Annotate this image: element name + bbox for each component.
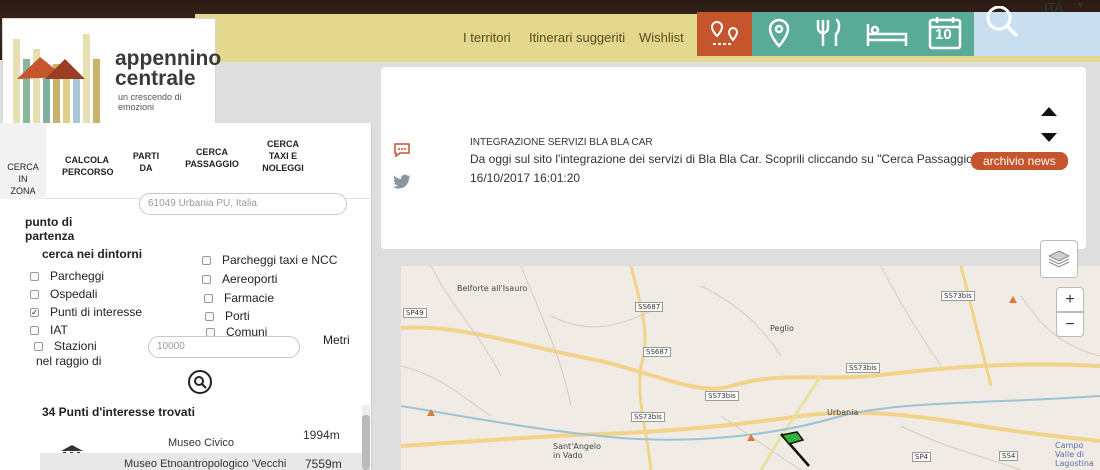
checkbox-label: IAT — [50, 323, 68, 337]
map-roads — [401, 266, 1100, 470]
checkbox-stazioni[interactable]: Stazioni — [34, 339, 97, 353]
road-label: SS73bis — [705, 391, 739, 401]
checkbox-box[interactable] — [204, 293, 213, 303]
twitter-icon[interactable] — [394, 173, 412, 189]
checkbox-label: Parcheggi taxi e NCC — [222, 253, 338, 267]
news-panel: INTEGRAZIONE SERVIZI BLA BLA CAR Da oggi… — [381, 67, 1086, 249]
layers-button[interactable] — [1040, 240, 1078, 278]
calendar-day: 10 — [935, 26, 952, 43]
checkbox-box-checked[interactable]: ✓ — [30, 307, 39, 317]
checkbox-label: Punti di interesse — [50, 305, 143, 319]
hotel-bed-icon — [866, 24, 908, 46]
result-item-name[interactable]: Museo Etnoantropologico 'Vecchi — [124, 458, 286, 470]
tab-parti-da[interactable]: PARTI DA — [128, 150, 164, 174]
start-point-input[interactable]: 61049 Urbania PU, Italia — [139, 193, 347, 215]
map-place-label: Campo Valle di Lagostina — [1055, 441, 1094, 468]
language-selector[interactable]: ITA — [1044, 0, 1063, 15]
checkbox-ospedali[interactable]: Ospedali — [30, 287, 97, 301]
route-icon-button[interactable] — [697, 12, 752, 56]
chevron-down-icon[interactable]: ▼ — [1076, 0, 1085, 10]
logo-title-line1: appennino — [115, 47, 222, 70]
news-next-arrow-icon[interactable] — [1041, 133, 1057, 142]
layers-icon — [1048, 250, 1070, 268]
results-scrollbar-thumb[interactable] — [362, 415, 370, 470]
nav-link-itinerari[interactable]: Itinerari suggeriti — [529, 30, 625, 45]
chat-bubble-icon[interactable] — [394, 143, 410, 157]
checkbox-box[interactable] — [30, 271, 39, 281]
checkbox-label: Ospedali — [50, 287, 98, 301]
result-item-distance: 1994m — [303, 428, 340, 442]
checkbox-box[interactable] — [34, 341, 43, 351]
checkbox-box[interactable] — [30, 289, 39, 299]
road-label: SS73bis — [631, 412, 665, 422]
logo-title-line2: centrale — [115, 67, 196, 90]
road-label: SP4 — [912, 452, 932, 462]
checkbox-label: Parcheggi — [50, 269, 105, 283]
tab-calcola-percorso[interactable]: CALCOLA PERCORSO — [62, 154, 114, 178]
checkbox-aereoporti[interactable]: Aereoporti — [202, 272, 277, 286]
search-button[interactable] — [188, 370, 212, 394]
flag-marker-icon[interactable] — [775, 428, 815, 468]
checkbox-parcheggi-taxi[interactable]: Parcheggi taxi e NCC — [202, 253, 337, 267]
checkbox-label: Porti — [225, 309, 250, 323]
result-item-distance: 7559m — [305, 457, 342, 470]
checkbox-box[interactable] — [205, 311, 214, 321]
map-place-label: Sant'Angelo in Vado — [553, 442, 602, 460]
logo-title: appennino centrale — [115, 47, 222, 90]
tab-cerca-passaggio[interactable]: CERCA PASSAGGIO — [182, 146, 242, 170]
map[interactable]: Belforte all'Isauro Peglio Urbania Sant'… — [401, 266, 1100, 470]
checkbox-box[interactable] — [202, 274, 211, 284]
route-icon — [710, 20, 738, 45]
checkbox-parcheggi[interactable]: Parcheggi — [30, 269, 104, 283]
search-tabs: CERCA IN ZONA CALCOLA PERCORSO PARTI DA … — [0, 123, 372, 199]
road-label: SS4 — [999, 451, 1019, 461]
zoom-in-button[interactable]: + — [1056, 287, 1084, 312]
nearby-label: cerca nei dintorni — [42, 247, 143, 261]
map-place-label: Urbania — [827, 408, 859, 417]
services-icon-bar: 10 — [752, 12, 974, 56]
road-label: SS687 — [635, 302, 664, 312]
map-place-label: Belforte all'Isauro — [457, 284, 528, 293]
news-prev-arrow-icon[interactable] — [1041, 107, 1057, 116]
result-item-name[interactable]: Museo Civico — [168, 437, 234, 449]
radius-unit: Metri — [323, 333, 350, 347]
nav-link-wishlist[interactable]: Wishlist — [639, 30, 684, 45]
road-label: SS73bis — [846, 363, 880, 373]
archive-news-button[interactable]: archivio news — [971, 152, 1068, 170]
news-heading: INTEGRAZIONE SERVIZI BLA BLA CAR — [470, 137, 653, 148]
nav-link-territori[interactable]: I territori — [463, 30, 511, 45]
radius-label: nel raggio di — [36, 354, 102, 368]
map-place-label: Peglio — [770, 324, 794, 333]
search-panel: CERCA IN ZONA CALCOLA PERCORSO PARTI DA … — [0, 123, 372, 470]
checkbox-box[interactable] — [30, 325, 39, 335]
start-point-label: punto di partenza — [25, 215, 75, 243]
checkbox-label: Aereoporti — [222, 272, 278, 286]
zoom-out-button[interactable]: − — [1056, 312, 1084, 337]
checkbox-porti[interactable]: Porti — [205, 309, 250, 323]
checkbox-punti-interesse[interactable]: ✓ Punti di interesse — [30, 305, 142, 319]
news-date: 16/10/2017 16:01:20 — [470, 171, 581, 185]
search-tile[interactable] — [974, 6, 1100, 56]
checkbox-iat[interactable]: IAT — [30, 323, 68, 337]
tab-cerca-taxi-noleggi[interactable]: CERCA TAXI E NOLEGGI — [258, 138, 308, 174]
news-body[interactable]: Da oggi sul sito l'integrazione dei serv… — [470, 152, 987, 166]
restaurant-icon — [816, 18, 841, 46]
checkbox-label: Stazioni — [54, 339, 97, 353]
checkbox-farmacie[interactable]: Farmacie — [204, 291, 274, 305]
checkbox-label: Farmacie — [224, 291, 275, 305]
map-pin-icon — [768, 18, 790, 48]
logo-subtitle: un crescendo di emozioni — [118, 92, 182, 112]
radius-input[interactable]: 10000 — [148, 336, 300, 358]
search-icon — [194, 376, 207, 389]
road-label: SP49 — [403, 308, 427, 318]
road-label: SS73bis — [941, 291, 975, 301]
tab-cerca-in-zona[interactable]: CERCA IN ZONA — [0, 123, 46, 199]
road-label: SS687 — [643, 347, 672, 357]
search-icon — [986, 6, 1019, 38]
results-count: 34 Punti d'interesse trovati — [42, 405, 195, 419]
checkbox-box[interactable] — [202, 255, 211, 265]
